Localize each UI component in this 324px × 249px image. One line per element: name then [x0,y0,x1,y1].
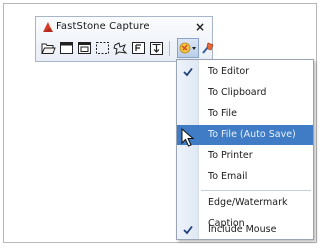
capture-rectangle-icon [95,42,109,54]
menu-item-label: To File (Auto Save) [208,129,296,140]
menu-item-to-file[interactable]: To File [177,104,313,124]
capture-freehand-button[interactable] [112,40,128,56]
menu-separator [201,190,311,191]
menu-item-label: To Printer [208,150,253,161]
capture-rectangle-button[interactable] [94,40,110,56]
menu-item-label: To File [208,108,237,119]
output-destination-button[interactable] [177,38,199,58]
title-bar[interactable]: FastStone Capture × [36,17,212,37]
capture-fullscreen-icon [131,42,145,54]
menu-item-to-file-auto-save[interactable]: To File (Auto Save) [177,125,313,145]
menu-item-to-editor[interactable]: To Editor [177,62,313,82]
menu-item-label: To Email [208,171,248,182]
capture-window-icon [59,42,73,54]
checkmark-icon [183,67,193,77]
open-file-icon [40,43,56,54]
capture-window-button[interactable] [58,40,74,56]
capture-scrolling-icon [149,41,163,55]
window-title: FastStone Capture [56,21,150,32]
menu-item-label: Edge/Watermark [208,197,288,208]
close-button[interactable]: × [193,19,207,35]
capture-scrolling-button[interactable] [148,40,164,56]
faststone-capture-window: FastStone Capture × [35,16,214,62]
app-logo-icon [43,22,53,32]
menu-item-to-printer[interactable]: To Printer [177,146,313,166]
settings-button[interactable] [200,40,216,56]
mouse-pointer-icon [181,128,195,147]
toolbar-separator [169,41,170,56]
capture-object-button[interactable] [76,40,92,56]
capture-object-icon [77,42,91,54]
menu-item-label: Include Mouse [208,224,277,235]
menu-item-edge-watermark[interactable]: Edge/Watermark [177,193,313,213]
output-destination-menu: To Editor To Clipboard To File To File (… [176,59,314,240]
capture-toolbar [38,38,214,58]
capture-freehand-icon [113,41,127,55]
open-file-button[interactable] [40,40,56,56]
menu-item-to-clipboard[interactable]: To Clipboard [177,83,313,103]
menu-item-include-mouse[interactable]: Include Mouse [177,220,313,240]
capture-fullscreen-button[interactable] [130,40,146,56]
menu-item-label: To Clipboard [208,87,267,98]
menu-item-label: To Editor [208,66,250,77]
output-destination-icon [179,42,196,54]
settings-icon [202,42,214,54]
menu-item-to-email[interactable]: To Email [177,167,313,187]
checkmark-icon [183,225,193,235]
